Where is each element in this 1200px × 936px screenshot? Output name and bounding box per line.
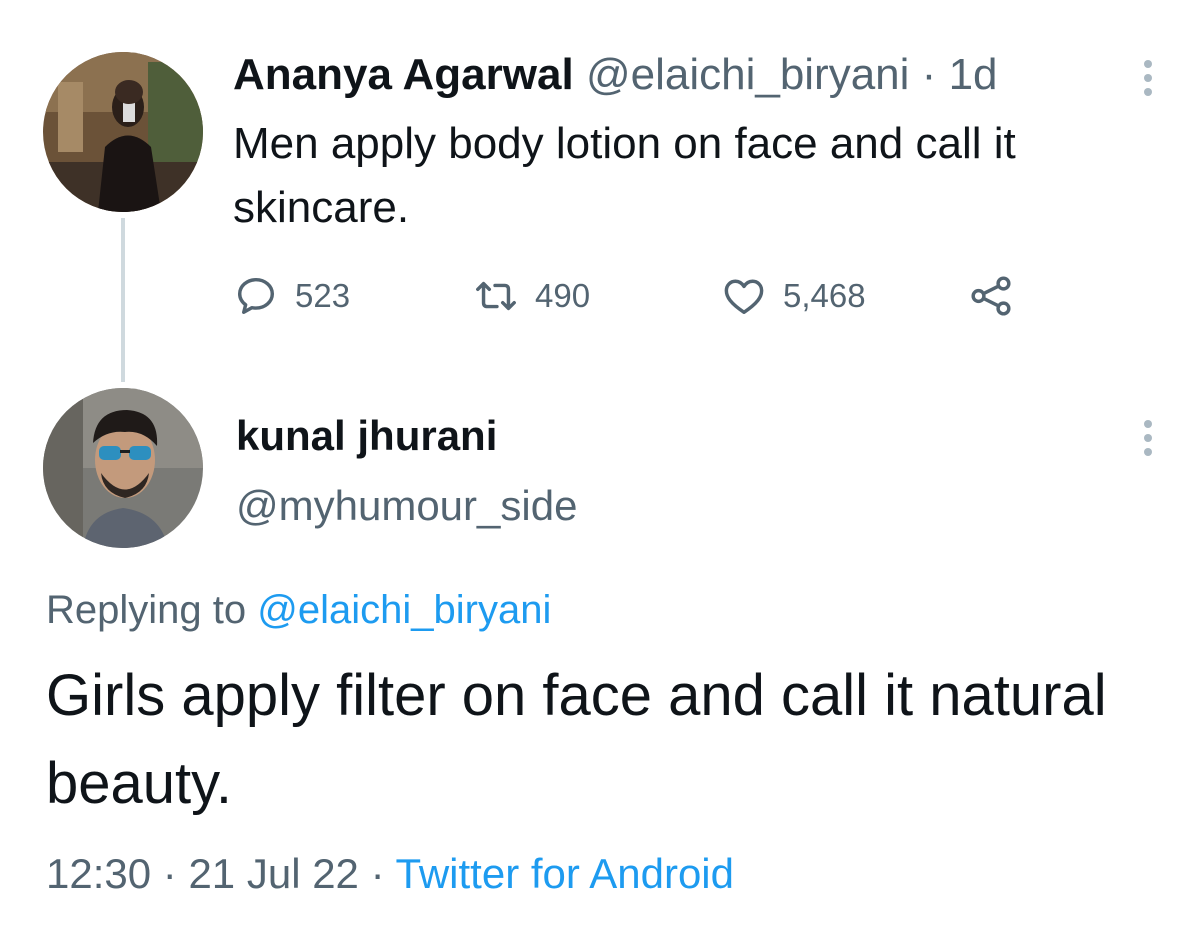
original-tweet-header: Ananya Agarwal @elaichi_biryani · 1d	[233, 50, 998, 100]
tweet-time[interactable]: 12:30	[46, 850, 151, 897]
reply-tweet-more-icon[interactable]	[1142, 420, 1154, 456]
like-button[interactable]: 5,468	[721, 268, 866, 324]
tweet-source-link[interactable]: Twitter for Android	[396, 850, 734, 897]
reply-author-avatar[interactable]	[43, 388, 203, 548]
meta-separator-1: ·	[162, 850, 177, 897]
heart-icon	[721, 273, 767, 319]
like-count: 5,468	[783, 277, 866, 314]
reply-author-handle[interactable]: @myhumour_side	[236, 478, 577, 534]
tweet-date[interactable]: 21 Jul 22	[188, 850, 358, 897]
meta-separator-2: ·	[370, 850, 385, 897]
original-tweet-time[interactable]: 1d	[949, 50, 998, 99]
retweet-count: 490	[535, 277, 591, 314]
reply-count: 523	[295, 277, 351, 314]
author-avatar-photo	[43, 52, 203, 212]
reply-author-avatar-photo	[43, 388, 203, 548]
reply-author-name[interactable]: kunal jhurani	[236, 408, 497, 464]
replying-to-line: Replying to @elaichi_biryani	[46, 582, 551, 638]
thread-connector-line	[121, 218, 125, 382]
reply-tweet-meta: 12:30 · 21 Jul 22 · Twitter for Android	[46, 846, 734, 902]
reply-button[interactable]: 523	[233, 268, 350, 324]
reply-tweet-text: Girls apply filter on face and call it n…	[46, 663, 1107, 816]
original-tweet-text: Men apply body lotion on face and call i…	[233, 119, 1016, 232]
original-tweet-more-icon[interactable]	[1142, 60, 1154, 96]
speech-bubble-icon	[233, 273, 279, 319]
author-avatar[interactable]	[43, 52, 203, 212]
original-author-handle[interactable]: @elaichi_biryani	[586, 50, 910, 99]
share-button[interactable]	[968, 268, 1014, 324]
retweet-button[interactable]: 490	[473, 268, 590, 324]
retweet-icon	[473, 273, 519, 319]
replying-to-handle-link[interactable]: @elaichi_biryani	[257, 588, 551, 632]
original-author-name[interactable]: Ananya Agarwal	[233, 50, 574, 99]
replying-to-label: Replying to	[46, 588, 247, 632]
header-separator: ·	[921, 50, 937, 99]
share-icon	[968, 273, 1014, 319]
